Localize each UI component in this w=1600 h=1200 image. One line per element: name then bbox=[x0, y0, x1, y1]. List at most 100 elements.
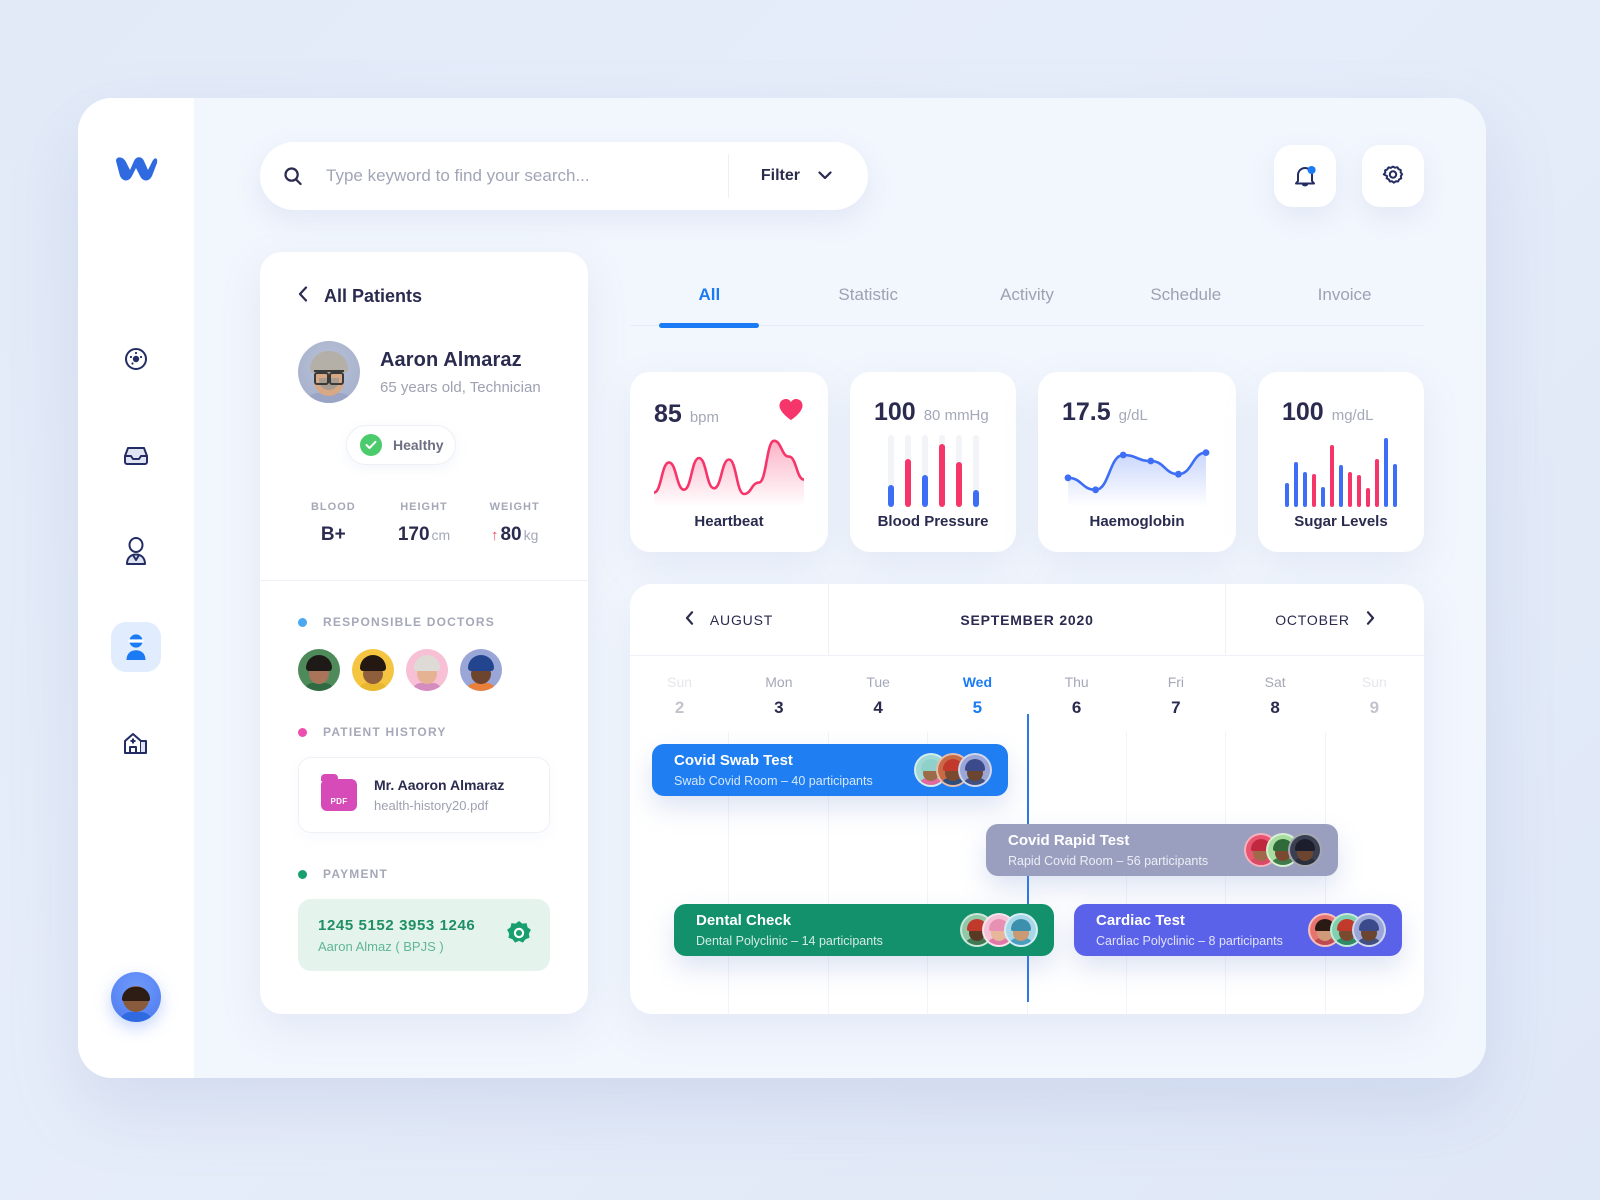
sidebar-nav bbox=[111, 334, 161, 768]
bar bbox=[972, 489, 979, 507]
prev-month-button[interactable]: AUGUST bbox=[630, 584, 828, 655]
doctor-avatar[interactable] bbox=[406, 649, 448, 691]
tab-schedule[interactable]: Schedule bbox=[1106, 285, 1265, 325]
day-name: Tue bbox=[866, 674, 890, 690]
day-column-6[interactable]: Thu 6 bbox=[1027, 674, 1126, 732]
doctor-avatar[interactable] bbox=[298, 649, 340, 691]
prev-month-label: AUGUST bbox=[709, 611, 774, 628]
responsible-doctors-list bbox=[298, 649, 550, 691]
event-title: Cardiac Test bbox=[1096, 912, 1185, 929]
schedule-event[interactable]: Covid Rapid Test Rapid Covid Room – 56 pa… bbox=[986, 824, 1338, 876]
sugar-levels-bar-chart bbox=[1285, 435, 1397, 507]
tab-activity[interactable]: Activity bbox=[948, 285, 1107, 325]
avatar-body bbox=[358, 683, 388, 691]
pdf-badge-label: PDF bbox=[330, 797, 348, 806]
day-name: Sun bbox=[1361, 674, 1387, 690]
schedule-event[interactable]: Covid Swab Test Swab Covid Room – 40 part… bbox=[652, 744, 1008, 796]
sidebar-item-doctor[interactable] bbox=[111, 526, 161, 576]
event-subtitle: Cardiac Polyclinic – 8 participants bbox=[1096, 934, 1283, 948]
schedule-header: AUGUST SEPTEMBER 2020 OCTOBER bbox=[630, 584, 1424, 656]
arrow-up-icon: ↑ bbox=[490, 527, 499, 544]
metric-cards: 85 bpm Heartbeat 100 80 mmHg Blood Pressure 17… bbox=[630, 372, 1424, 552]
metric-value: 100 bbox=[874, 398, 916, 426]
metric-card-blood-pressure[interactable]: 100 80 mmHg Blood Pressure bbox=[850, 372, 1016, 552]
bar bbox=[904, 459, 911, 507]
current-month-text: SEPTEMBER 2020 bbox=[960, 611, 1094, 628]
back-to-all-patients[interactable]: All Patients bbox=[260, 286, 588, 307]
sidebar-item-patients[interactable] bbox=[111, 622, 161, 672]
event-subtitle: Swab Covid Room – 40 participants bbox=[674, 774, 873, 788]
payment-title: PAYMENT bbox=[323, 867, 389, 881]
metric-card-sugar-levels[interactable]: 100 mg/dL Sugar Levels bbox=[1258, 372, 1424, 552]
metric-header: 100 80 mmHg bbox=[874, 398, 992, 427]
bpjs-logo-icon bbox=[506, 920, 532, 951]
doctor-avatar[interactable] bbox=[460, 649, 502, 691]
participant-avatar bbox=[1288, 833, 1322, 867]
patient-name: Aaron Almaraz bbox=[380, 348, 522, 371]
metric-value: 17.5 bbox=[1062, 398, 1111, 426]
metric-chart bbox=[654, 429, 804, 513]
day-column-7[interactable]: Fri 7 bbox=[1126, 674, 1225, 732]
bar bbox=[1294, 462, 1298, 507]
history-title: PATIENT HISTORY bbox=[323, 725, 447, 739]
metric-card-heartbeat[interactable]: 85 bpm Heartbeat bbox=[630, 372, 828, 552]
settings-button[interactable] bbox=[1362, 145, 1424, 207]
day-number: 5 bbox=[972, 698, 983, 717]
vital-key: WEIGHT bbox=[489, 501, 540, 513]
patient-sections: RESPONSIBLE DOCTORS PATIENT HISTORY PDF … bbox=[260, 615, 588, 971]
day-name: Thu bbox=[1064, 674, 1089, 690]
tab-all[interactable]: All bbox=[630, 285, 789, 325]
event-text: Dental Check Dental Polyclinic – 14 parti… bbox=[696, 912, 883, 948]
search-input[interactable] bbox=[326, 166, 728, 186]
metric-value: 85 bbox=[654, 400, 682, 428]
day-column-4[interactable]: Tue 4 bbox=[829, 674, 928, 732]
metric-header: 17.5 g/dL bbox=[1062, 398, 1212, 427]
history-file-card[interactable]: PDF Mr. Aaoron Almaraz health-history20.… bbox=[298, 757, 550, 833]
current-month-label: SEPTEMBER 2020 bbox=[828, 584, 1226, 655]
day-name: Sun bbox=[667, 674, 693, 690]
day-column-2[interactable]: Sun 2 bbox=[630, 674, 729, 732]
day-number: 3 bbox=[774, 698, 784, 717]
doctors-section-header: RESPONSIBLE DOCTORS bbox=[298, 615, 550, 629]
app-window: Filter bbox=[78, 98, 1486, 1078]
status-badge: Healthy bbox=[346, 425, 456, 465]
day-column-9[interactable]: Sun 9 bbox=[1325, 674, 1424, 732]
sidebar-item-inbox[interactable] bbox=[111, 430, 161, 480]
bar bbox=[1393, 463, 1397, 507]
day-column-8[interactable]: Sat 8 bbox=[1226, 674, 1325, 732]
avatar-hair bbox=[1359, 918, 1379, 931]
patient-vitals: BLOOD B+ HEIGHT 170 cm WEIGHT ↑ 80 kg bbox=[260, 465, 588, 546]
current-user-avatar[interactable] bbox=[111, 972, 161, 1022]
metric-card-haemoglobin[interactable]: 17.5 g/dL Haemoglobin bbox=[1038, 372, 1236, 552]
schedule-event[interactable]: Dental Check Dental Polyclinic – 14 parti… bbox=[674, 904, 1054, 956]
sidebar-item-hospital[interactable] bbox=[111, 718, 161, 768]
bar-track bbox=[921, 435, 928, 507]
tab-statistic[interactable]: Statistic bbox=[789, 285, 948, 325]
search-icon bbox=[260, 166, 326, 186]
schedule-event[interactable]: Cardiac Test Cardiac Polyclinic – 8 parti… bbox=[1074, 904, 1402, 956]
day-column-3[interactable]: Mon 3 bbox=[729, 674, 828, 732]
avatar-body bbox=[119, 1012, 153, 1022]
tab-invoice[interactable]: Invoice bbox=[1265, 285, 1424, 325]
next-month-button[interactable]: OCTOBER bbox=[1226, 584, 1424, 655]
main-content: Filter bbox=[194, 98, 1486, 1078]
vital-unit: cm bbox=[431, 527, 451, 543]
filter-label: Filter bbox=[760, 167, 800, 184]
blood-pressure-bar-chart bbox=[887, 435, 979, 507]
doctor-avatar[interactable] bbox=[352, 649, 394, 691]
bar bbox=[1357, 475, 1361, 507]
sidebar-item-dashboard[interactable] bbox=[111, 334, 161, 384]
event-subtitle: Dental Polyclinic – 14 participants bbox=[696, 934, 883, 948]
payment-card[interactable]: 1245 5152 3953 1246 Aaron Almaz ( BPJS ) bbox=[298, 899, 550, 971]
filter-dropdown[interactable]: Filter bbox=[729, 167, 868, 185]
day-name: Wed bbox=[962, 674, 993, 690]
day-column-5[interactable]: Wed 5 bbox=[928, 674, 1027, 732]
vital-weight: WEIGHT ↑ 80 kg bbox=[469, 501, 560, 546]
bar bbox=[1285, 482, 1289, 507]
event-subtitle: Rapid Covid Room – 56 participants bbox=[1008, 854, 1209, 868]
notifications-button[interactable] bbox=[1274, 145, 1336, 207]
event-text: Covid Swab Test Swab Covid Room – 40 part… bbox=[674, 752, 873, 788]
status-label: Healthy bbox=[393, 437, 444, 453]
bar-track bbox=[904, 435, 911, 507]
metric-label: Sugar Levels bbox=[1294, 513, 1388, 530]
